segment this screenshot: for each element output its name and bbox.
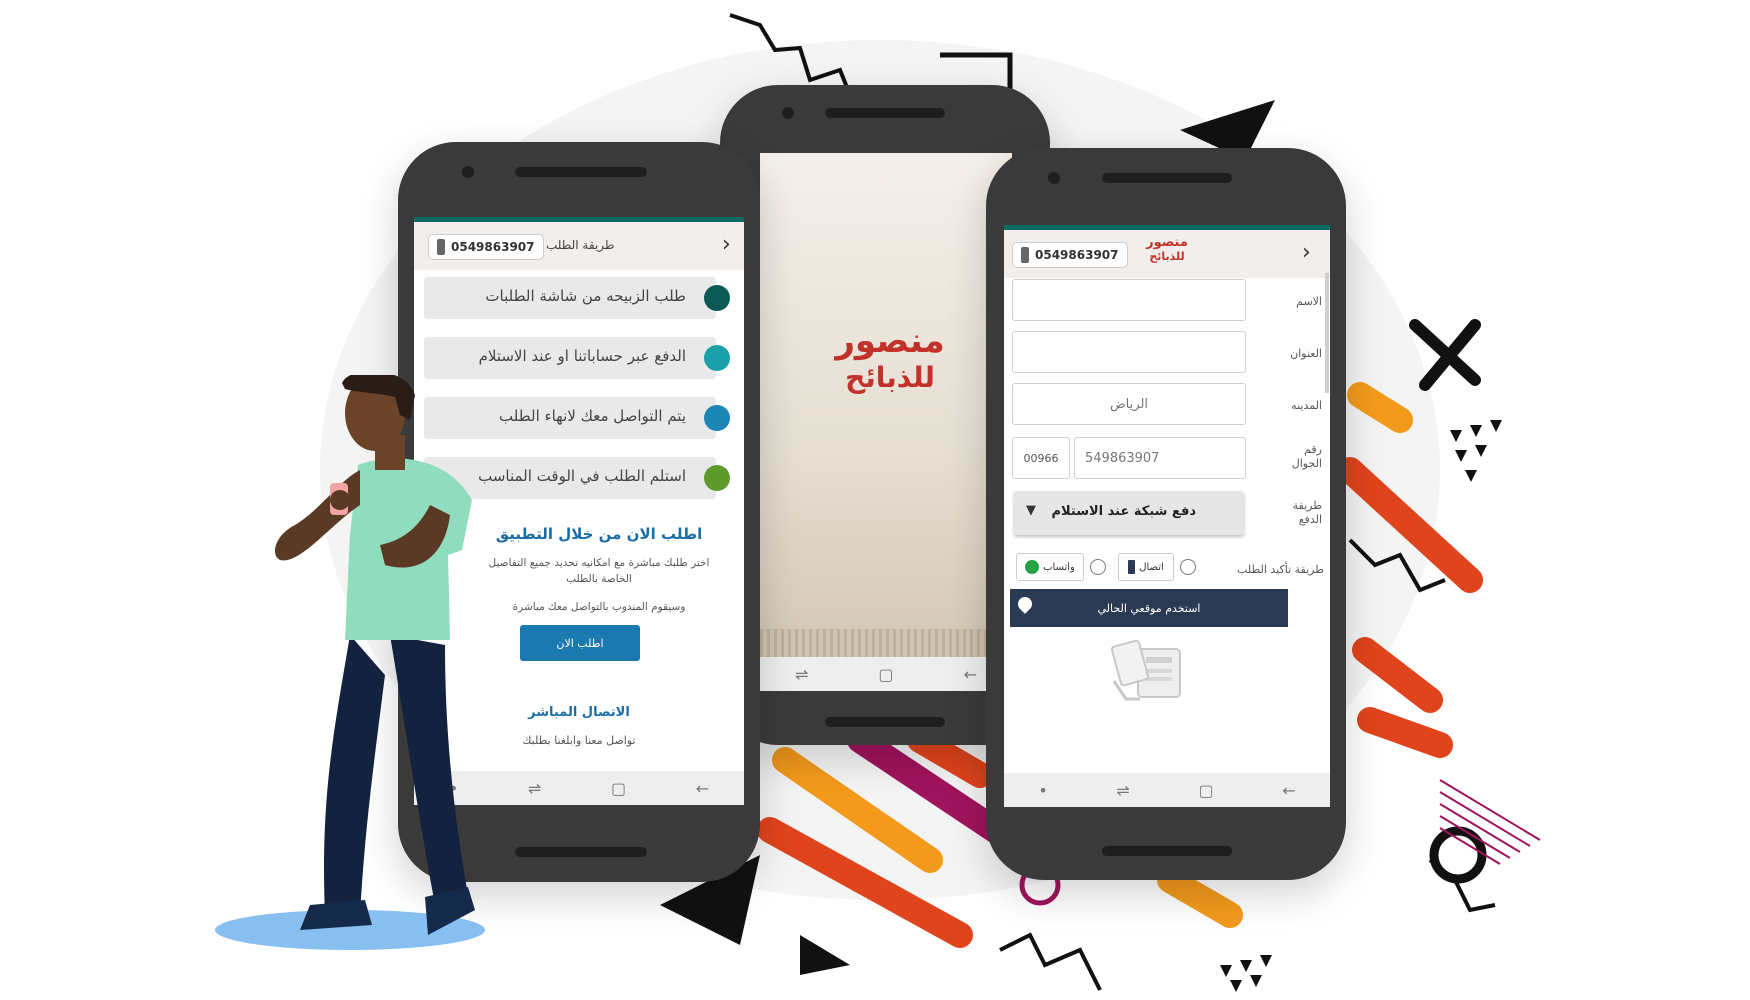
step-text: الدفع عبر حساباتنا او عند الاستلام xyxy=(478,347,686,365)
order-form-screen: › منصور للذبائح 0549863907 الاسم العنوان… xyxy=(1004,225,1330,807)
splash-screen: منصور للذبائح ⇌ ▢ ← xyxy=(760,153,1012,691)
chevron-right-icon[interactable]: › xyxy=(1302,240,1311,265)
logo-subtitle: للذبائح xyxy=(845,361,935,394)
payment-label-line: طريقة xyxy=(1292,499,1322,512)
mobile-input[interactable]: 549863907 xyxy=(1074,437,1246,479)
payment-selected-value: دفع شبكة عند الاستلام xyxy=(1051,504,1197,519)
address-input[interactable] xyxy=(1012,331,1246,373)
header-title: طريقة الطلب xyxy=(546,238,615,252)
step-text: طلب الزبيحه من شاشة الطلبات xyxy=(485,287,686,305)
grass-silhouette xyxy=(760,629,1012,657)
logo-name: منصور xyxy=(835,321,945,361)
dot-icon: • xyxy=(1038,780,1048,800)
use-current-location-button[interactable]: استخدم موقعي الحالي xyxy=(1010,589,1288,627)
phone-number: 0549863907 xyxy=(451,240,535,254)
android-nav-bar: ⇌ ▢ ← xyxy=(760,657,1012,691)
chevron-down-icon: ▼ xyxy=(1026,503,1036,518)
map-pin-icon xyxy=(1015,594,1035,614)
right-phone: › منصور للذبائح 0549863907 الاسم العنوان… xyxy=(986,148,1346,880)
card-payment-illustration xyxy=(1110,639,1181,701)
order-now-button[interactable]: اطلب الان xyxy=(520,625,640,661)
back-nav-icon[interactable]: ← xyxy=(696,779,709,798)
step-item: الدفع عبر حساباتنا او عند الاستلام xyxy=(424,337,730,379)
mobile-label-line: الجوال xyxy=(1291,457,1322,470)
step-circle xyxy=(704,345,730,371)
phone-icon xyxy=(437,239,445,255)
address-label: العنوان xyxy=(1290,347,1322,360)
step-circle xyxy=(704,465,730,491)
speaker-grille xyxy=(515,167,647,177)
payment-select[interactable]: ▼ دفع شبكة عند الاستلام xyxy=(1014,491,1244,535)
front-camera xyxy=(1048,172,1060,184)
person-illustration xyxy=(215,375,485,950)
logo-name: منصور xyxy=(1146,235,1188,250)
whatsapp-radio[interactable] xyxy=(1090,559,1106,575)
phone-number: 0549863907 xyxy=(1035,248,1119,262)
step-circle xyxy=(704,285,730,311)
back-nav-icon[interactable]: ← xyxy=(1282,781,1295,800)
speaker-grille xyxy=(825,108,945,118)
front-camera xyxy=(462,166,474,178)
speaker-grille-bottom xyxy=(825,717,945,727)
speaker-grille xyxy=(1102,173,1232,183)
city-input[interactable] xyxy=(1012,383,1246,425)
chevron-right-icon[interactable]: › xyxy=(722,232,731,257)
phone-icon xyxy=(1128,560,1136,574)
whatsapp-option[interactable]: واتساب xyxy=(1016,553,1084,581)
home-icon[interactable]: ▢ xyxy=(611,779,626,798)
call-option[interactable]: اتصال xyxy=(1118,553,1174,581)
recent-apps-icon[interactable]: ⇌ xyxy=(795,665,808,684)
payment-label-line: الدفع xyxy=(1298,513,1322,526)
call-radio[interactable] xyxy=(1180,559,1196,575)
country-code-field[interactable]: 00966 xyxy=(1012,437,1070,479)
android-nav-bar: • ⇌ ▢ ← xyxy=(1004,773,1330,807)
name-input[interactable] xyxy=(1012,279,1246,321)
front-camera xyxy=(782,107,794,119)
confirm-method-label: طريقة تأكيد الطلب xyxy=(1237,563,1324,576)
scrollbar[interactable] xyxy=(1325,273,1329,393)
logo-subtitle: للذبائح xyxy=(1149,250,1185,263)
payment-label: طريقة الدفع xyxy=(1252,499,1322,527)
app-header: › طريقة الطلب 0549863907 xyxy=(414,217,744,270)
speaker-grille-bottom xyxy=(515,847,647,857)
phone-icon xyxy=(1021,247,1029,263)
mobile-label-line: رقم xyxy=(1304,443,1322,456)
mobile-label: رقم الجوال xyxy=(1252,443,1322,471)
splash-logo: منصور للذبائح xyxy=(820,321,960,395)
back-nav-icon[interactable]: ← xyxy=(964,665,977,684)
phone-number-chip[interactable]: 0549863907 xyxy=(428,234,544,260)
home-icon[interactable]: ▢ xyxy=(878,665,893,684)
phone-number-chip[interactable]: 0549863907 xyxy=(1012,242,1128,268)
speaker-grille-bottom xyxy=(1102,846,1232,856)
whatsapp-icon xyxy=(1025,560,1040,574)
call-option-label: اتصال xyxy=(1139,561,1164,573)
step-item: طلب الزبيحه من شاشة الطلبات xyxy=(424,277,730,319)
app-header: › منصور للذبائح 0549863907 xyxy=(1004,225,1330,278)
name-label: الاسم xyxy=(1296,295,1322,308)
step-circle xyxy=(704,405,730,431)
whatsapp-option-label: واتساب xyxy=(1043,561,1075,573)
home-icon[interactable]: ▢ xyxy=(1198,781,1213,800)
mobile-value: 549863907 xyxy=(1085,450,1160,466)
recent-apps-icon[interactable]: ⇌ xyxy=(1116,781,1129,800)
city-label: المدينه xyxy=(1291,399,1322,412)
country-code: 00966 xyxy=(1023,451,1059,465)
location-button-label: استخدم موقعي الحالي xyxy=(1097,601,1201,615)
header-logo: منصور للذبائح xyxy=(1122,236,1212,264)
